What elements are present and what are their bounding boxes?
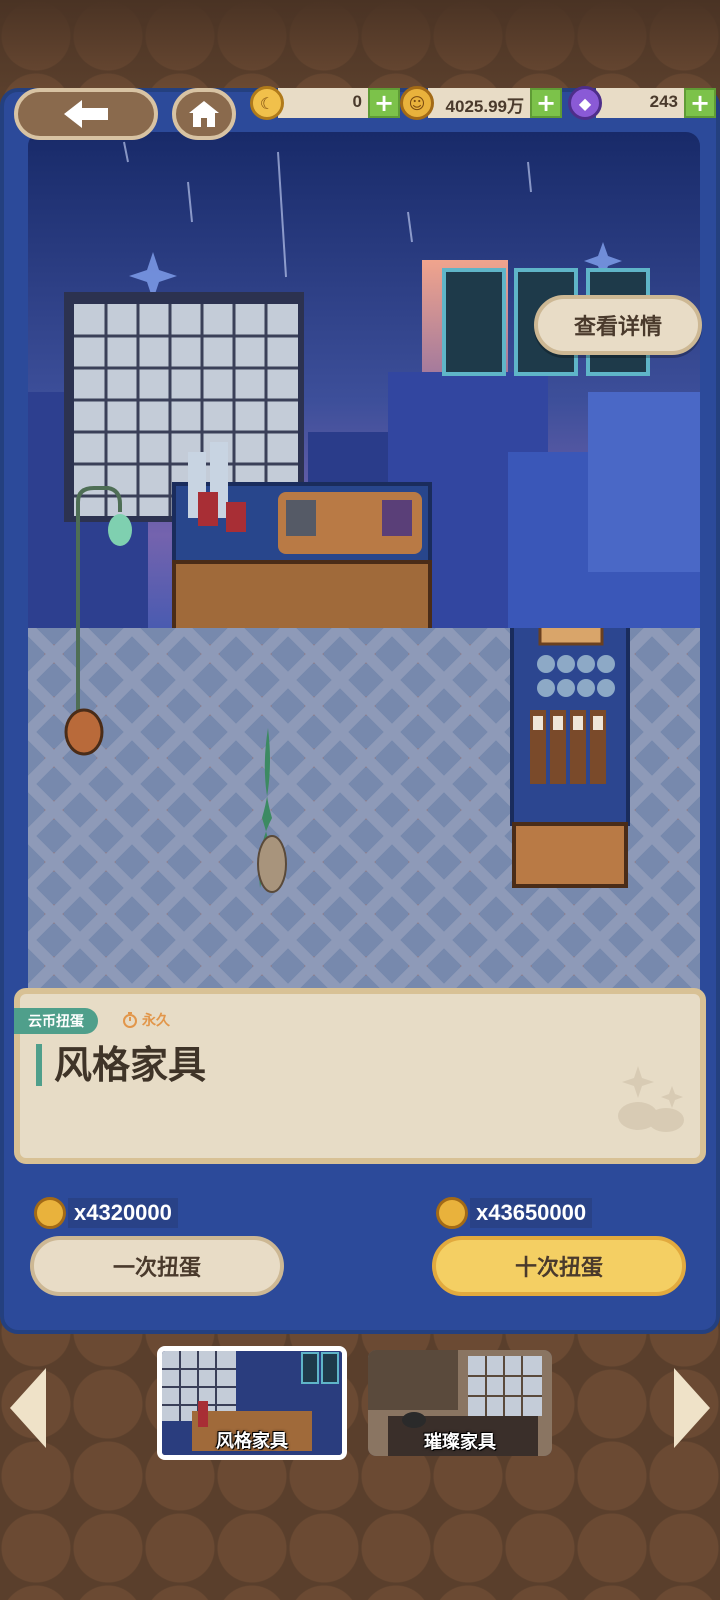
gem-counter: ◆ 243 + bbox=[568, 86, 716, 120]
add-gold-coin-button[interactable]: + bbox=[530, 88, 562, 118]
tab-style-furniture[interactable]: 风格家具 bbox=[157, 1346, 347, 1460]
gold-coin-icon bbox=[436, 1197, 468, 1229]
floor-furniture bbox=[64, 628, 630, 893]
duration-text: 永久 bbox=[142, 1013, 170, 1029]
timer-icon bbox=[123, 1012, 137, 1028]
gacha-info-card: 云币扭蛋 永久 风格家具 bbox=[14, 988, 706, 1164]
back-button[interactable] bbox=[14, 88, 158, 140]
purple-gem-icon: ◆ bbox=[568, 86, 602, 120]
view-details-button[interactable]: 查看详情 bbox=[534, 295, 702, 355]
single-draw-cost: x4320000 bbox=[34, 1196, 178, 1230]
single-draw-cost-amount: x4320000 bbox=[68, 1198, 178, 1228]
add-moon-coin-button[interactable]: + bbox=[368, 88, 400, 118]
ten-draw-cost: x43650000 bbox=[436, 1196, 593, 1230]
moon-coin-counter: ☾ 0 + bbox=[250, 86, 400, 120]
moon-coin-value: 0 bbox=[278, 88, 368, 118]
next-arrow-icon[interactable] bbox=[672, 1366, 712, 1450]
moon-coin-icon: ☾ bbox=[250, 86, 284, 120]
previous-arrow-icon[interactable] bbox=[8, 1366, 48, 1450]
arrow-left-icon bbox=[64, 100, 108, 128]
add-gem-button[interactable]: + bbox=[684, 88, 716, 118]
house-icon bbox=[189, 101, 219, 127]
ten-draw-cost-amount: x43650000 bbox=[470, 1198, 593, 1228]
currency-tag: 云币扭蛋 bbox=[14, 1008, 98, 1034]
gold-coin-icon bbox=[34, 1197, 66, 1229]
gold-coin-counter: ☺ 4025.99万 + bbox=[400, 86, 562, 120]
tab-brilliant-furniture[interactable]: 璀璨家具 bbox=[368, 1350, 552, 1456]
tab-label: 璀璨家具 bbox=[424, 1432, 496, 1453]
city-backdrop bbox=[28, 141, 700, 692]
gold-coin-icon: ☺ bbox=[400, 86, 434, 120]
ten-draw-button[interactable]: 十次扭蛋 bbox=[432, 1236, 686, 1296]
gem-value: 243 bbox=[596, 88, 684, 118]
duration-label: 永久 bbox=[122, 1010, 170, 1030]
furniture-preview-scene bbox=[28, 132, 700, 1092]
home-button[interactable] bbox=[172, 88, 236, 140]
gold-coin-value: 4025.99万 bbox=[428, 88, 530, 118]
single-draw-button[interactable]: 一次扭蛋 bbox=[30, 1236, 284, 1296]
tab-label: 风格家具 bbox=[216, 1431, 288, 1452]
coffee-bean-icon bbox=[618, 1066, 684, 1132]
banner-title: 风格家具 bbox=[36, 1044, 206, 1086]
